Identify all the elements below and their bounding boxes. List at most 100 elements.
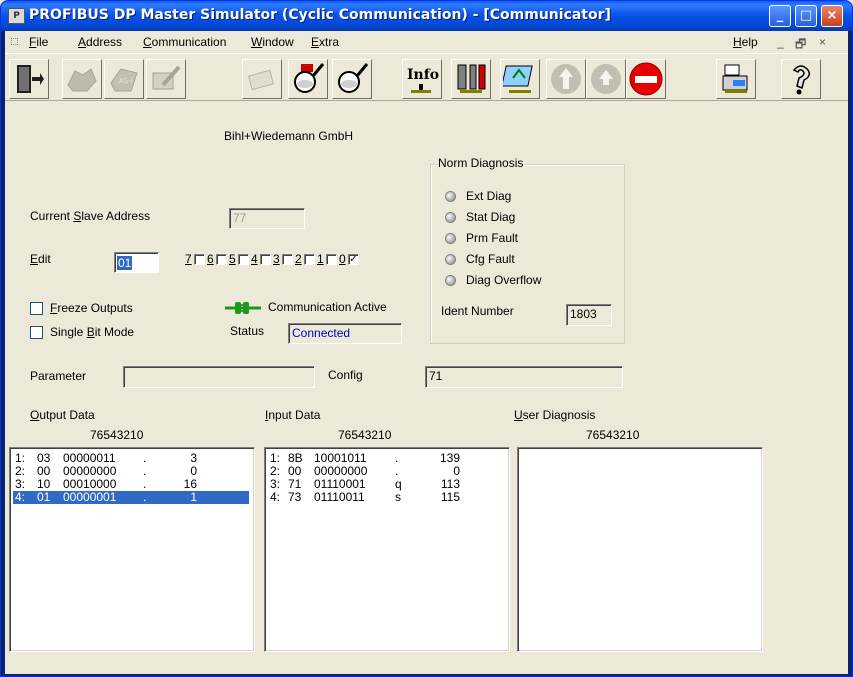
help-question-button[interactable] [781,59,821,99]
input-data-row[interactable]: 2: 00 00000000. 0 [268,465,504,478]
menu-address[interactable]: Address [78,35,122,49]
input-data-list[interactable]: 1: 8B 10001011. 139 2: 00 00000000. 0 3: 71 011100… [264,447,510,652]
cell-bin: 00000001 [63,490,117,504]
single-bit-mode-checkbox[interactable] [30,326,43,339]
cell-idx: 4: [270,490,281,504]
bit-3-label: 3 [273,252,280,266]
config-label: Config [328,368,363,382]
single-bit-mode-label: Single Bit Mode [50,325,135,339]
pen-write-button[interactable] [146,59,186,99]
edit-address-input[interactable]: 01 [114,252,159,273]
cfg-fault-label: Cfg Fault [466,252,515,266]
minimize-icon[interactable]: _ [769,5,791,27]
bit-6-label: 6 [207,252,214,266]
search-slave-icon [294,63,325,93]
communication-active-label: Communication Active [268,300,387,314]
bit-1-label: 1 [317,252,324,266]
hands-icon [67,68,97,92]
up-arrow-button[interactable] [546,59,586,99]
input-data-row[interactable]: 1: 8B 10001011. 139 [268,452,504,465]
cell-bin: 01110011 [314,490,365,504]
up-arrow-icon [551,64,581,94]
bit-2-label: 2 [295,252,302,266]
up-arrow-small-button[interactable] [586,59,626,99]
cell-hex: 01 [37,490,51,504]
menu-extra[interactable]: Extra [311,35,339,49]
exit-door-button[interactable] [9,59,49,99]
close-icon[interactable]: × [821,5,843,27]
computer-button[interactable] [716,59,756,99]
diag-overflow-label: Diag Overflow [466,273,542,287]
cell-dec: 1 [190,490,197,504]
asi-module-button[interactable]: AS-i [104,59,144,99]
bit-6-checkbox[interactable] [216,254,227,265]
menu-bar: ⬚ File Address Communication Window Extr… [5,31,848,53]
bit-7-label: 7 [185,252,192,266]
stat-diag-label: Stat Diag [466,210,516,224]
bit-2-checkbox[interactable] [304,254,315,265]
cell-dec: 115 [440,490,460,504]
bit-7-checkbox[interactable] [194,254,205,265]
exit-door-icon [17,65,44,93]
bit-5-label: 5 [229,252,236,266]
info-icon: Info [407,67,439,93]
cell-hex: 73 [288,490,302,504]
bit-3-checkbox[interactable] [282,254,293,265]
user-diagnosis-list[interactable] [517,447,763,652]
mdi-document-icon[interactable]: ⬚ [10,34,26,50]
prm-fault-label: Prm Fault [466,231,519,245]
menu-help[interactable]: Help [733,35,758,49]
ident-number-label: Ident Number [441,304,514,318]
client-area: ⬚ File Address Communication Window Extr… [5,31,848,674]
asi-module-icon: AS-i [110,68,138,92]
menu-file[interactable]: File [29,35,48,49]
bit-0-checkbox[interactable]: ✓ [348,254,359,265]
output-data-list[interactable]: 1: 03 00000011. 3 2: 00 00000000. 0 3: 10 00010000… [9,447,255,652]
search-button[interactable] [332,59,372,99]
bit-4-label: 4 [251,252,258,266]
output-data-row[interactable]: 4: 01 00000001. 1 [13,491,249,504]
search-slave-button[interactable] [288,59,328,99]
card-button[interactable] [242,59,282,99]
maximize-icon[interactable]: □ [795,5,817,27]
current-slave-address-label: Current Slave Address [30,209,151,223]
info-label: Info [407,67,439,83]
freeze-outputs-checkbox[interactable] [30,302,43,315]
network-icon [503,65,533,93]
status-label: Status [230,324,265,338]
profibus-app-icon[interactable]: P [8,8,25,24]
connection-plug-icon [225,302,261,314]
ext-diag-led-icon [445,191,456,202]
tools-icon [457,64,486,93]
parameter-label: Parameter [30,369,87,383]
bit-1-checkbox[interactable] [326,254,337,265]
info-button[interactable]: Info [402,59,442,99]
ident-number-field: 1803 [566,304,612,326]
company-label: Bihl+Wiedemann GmbH [224,129,354,143]
window-title: PROFIBUS DP Master Simulator (Cyclic Com… [29,7,611,23]
bit-0-label: 0 [339,252,346,266]
hands-button[interactable] [62,59,102,99]
bit-5-checkbox[interactable] [238,254,249,265]
stop-button[interactable] [626,59,666,99]
tools-button[interactable] [451,59,491,99]
communicator-panel: Bihl+Wiedemann GmbH Current Slave Addres… [5,102,848,674]
stat-diag-led-icon [445,212,456,223]
mdi-close-button[interactable]: × [819,35,826,49]
input-data-row[interactable]: 4: 73 01110011 s 115 [268,491,504,504]
parameter-field [123,366,315,388]
bit-4-checkbox[interactable] [260,254,271,265]
ext-diag-label: Ext Diag [466,189,512,203]
prm-fault-led-icon [445,233,456,244]
check-mark-icon: ✓ [349,254,358,265]
menu-communication[interactable]: Communication [143,35,226,49]
menu-window[interactable]: Window [251,35,294,49]
mdi-minimize-button[interactable]: _ [777,35,784,49]
norm-diagnosis-title: Norm Diagnosis [436,156,526,170]
cfg-fault-led-icon [445,254,456,265]
network-button[interactable] [500,59,540,99]
input-data-row[interactable]: 3: 71 01110001 q 113 [268,478,504,491]
user-diagnosis-bit-header: 76543210 [586,428,640,442]
title-bar[interactable]: P PROFIBUS DP Master Simulator (Cyclic C… [1,1,852,31]
up-arrow-small-icon [591,64,621,94]
